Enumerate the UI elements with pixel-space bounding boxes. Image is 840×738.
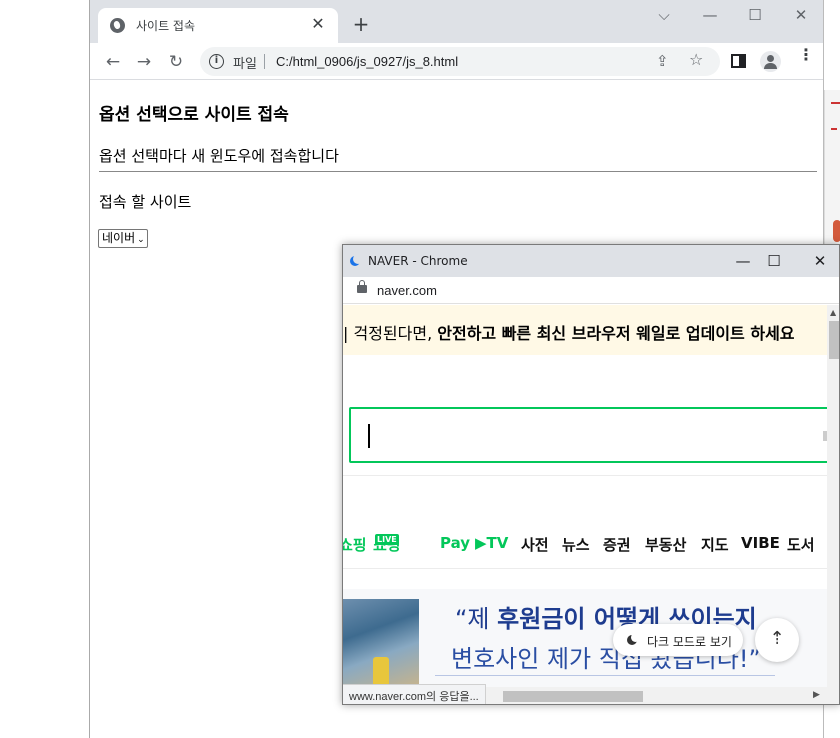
scrollbar-thumb[interactable] <box>503 691 643 702</box>
popup-title: NAVER - Chrome <box>368 254 468 268</box>
new-tab-button[interactable]: + <box>350 14 372 36</box>
close-button[interactable]: ✕ <box>786 4 816 26</box>
nav-item-pay[interactable]: Pay <box>440 534 470 552</box>
background-thumbnail <box>833 220 840 242</box>
live-badge: LIVE <box>375 534 399 545</box>
banner-bold-text: 안전하고 빠른 최신 브라우저 웨일로 업데이트 하세요 <box>437 324 795 343</box>
tab-active[interactable]: 사이트 접속 ✕ <box>98 8 338 43</box>
minimize-button[interactable]: — <box>695 4 725 26</box>
share-icon[interactable]: ⇪ <box>656 52 669 70</box>
tab-search-icon[interactable]: ⌵ <box>649 4 679 26</box>
search-input[interactable] <box>349 407 827 463</box>
bookmark-star-icon[interactable]: ☆ <box>689 50 703 69</box>
nav-item-real-estate[interactable]: 부동산 <box>645 534 686 555</box>
scroll-right-arrow-icon[interactable]: ▶ <box>813 690 820 700</box>
naver-page: | 걱정된다면, 안전하고 빠른 최신 브라우저 웨일로 업데이트 하세요 쇼핑… <box>343 305 827 687</box>
popup-maximize-button[interactable]: ☐ <box>759 250 789 272</box>
nav-item-stocks[interactable]: 증권 <box>603 534 631 555</box>
status-bubble: www.naver.com의 응답을... <box>343 684 486 704</box>
nav-item-books[interactable]: 도서 <box>787 534 815 555</box>
info-icon[interactable]: i <box>209 54 224 69</box>
nav-item-news[interactable]: 뉴스 <box>562 534 590 555</box>
desktop: 사이트 접속 ✕ + ⌵ — ☐ ✕ ← → ↻ i 파일 C:/html_09… <box>0 0 840 738</box>
page-description: 옵션 선택마다 새 윈도우에 접속합니다 <box>99 147 339 165</box>
side-panel-icon[interactable] <box>731 54 746 68</box>
tab-strip: 사이트 접속 ✕ + ⌵ — ☐ ✕ <box>90 0 823 43</box>
moon-icon <box>627 633 640 645</box>
profile-avatar[interactable] <box>760 51 781 72</box>
dark-mode-button[interactable]: 다크 모드로 보기 <box>613 624 743 656</box>
url-text[interactable]: C:/html_0906/js_0927/js_8.html <box>276 54 458 69</box>
ad-quote: “제 <box>455 605 498 633</box>
background-window-edge <box>824 90 840 250</box>
popup-close-button[interactable]: ✕ <box>805 250 835 272</box>
scroll-to-top-button[interactable]: ⇡ <box>755 618 799 662</box>
popup-window: NAVER - Chrome — ☐ ✕ naver.com | 걱정된다면, … <box>342 244 840 705</box>
address-bar[interactable]: i 파일 C:/html_0906/js_0927/js_8.html ⇪ ☆ <box>200 47 720 76</box>
scroll-up-arrow-icon[interactable]: ▲ <box>830 308 836 317</box>
vertical-scrollbar[interactable]: ▲ <box>827 305 839 687</box>
tab-title: 사이트 접속 <box>136 19 196 33</box>
nav-item-map[interactable]: 지도 <box>701 534 729 555</box>
scrollbar-thumb[interactable] <box>829 321 839 359</box>
select-label: 접속 할 사이트 <box>99 193 192 211</box>
naver-favicon-icon <box>350 254 363 266</box>
nav-item-dictionary[interactable]: 사전 <box>521 534 549 555</box>
chevron-down-icon: ⌄ <box>137 235 145 245</box>
text-caret <box>368 424 370 448</box>
scheme-label: 파일 <box>233 57 257 72</box>
nav-item-tv[interactable]: ▶TV <box>475 534 508 552</box>
divider <box>435 675 775 676</box>
back-button[interactable]: ← <box>102 51 124 73</box>
site-select-value: 네이버 <box>102 231 136 245</box>
dark-mode-label: 다크 모드로 보기 <box>647 635 732 649</box>
update-banner[interactable]: | 걱정된다면, 안전하고 빠른 최신 브라우저 웨일로 업데이트 하세요 <box>343 305 827 355</box>
maximize-button[interactable]: ☐ <box>740 4 770 26</box>
background-mark <box>831 128 837 130</box>
banner-text: | 걱정된다면, <box>343 324 438 343</box>
divider <box>264 54 265 69</box>
nav-item-shopping[interactable]: 쇼핑 <box>343 534 367 555</box>
lock-icon <box>357 280 367 293</box>
nav-item-vibe[interactable]: VIBE <box>741 534 780 552</box>
site-select[interactable]: 네이버 ⌄ <box>98 229 148 248</box>
popup-titlebar: NAVER - Chrome — ☐ ✕ <box>343 245 839 277</box>
forward-button[interactable]: → <box>133 51 155 73</box>
background-mark <box>831 102 840 104</box>
divider <box>343 568 827 569</box>
globe-icon <box>110 18 125 33</box>
popup-url[interactable]: naver.com <box>377 283 437 298</box>
page-title: 옵션 선택으로 사이트 접속 <box>99 105 289 125</box>
reload-button[interactable]: ↻ <box>165 51 187 73</box>
divider <box>343 475 827 476</box>
toolbar: ← → ↻ i 파일 C:/html_0906/js_0927/js_8.htm… <box>90 43 823 80</box>
menu-icon[interactable]: ⋮ <box>798 47 814 72</box>
popup-address-bar[interactable]: naver.com <box>343 277 839 304</box>
divider <box>99 171 817 172</box>
tab-close-icon[interactable]: ✕ <box>308 14 328 34</box>
ad-image <box>343 599 419 687</box>
popup-minimize-button[interactable]: — <box>728 250 758 272</box>
